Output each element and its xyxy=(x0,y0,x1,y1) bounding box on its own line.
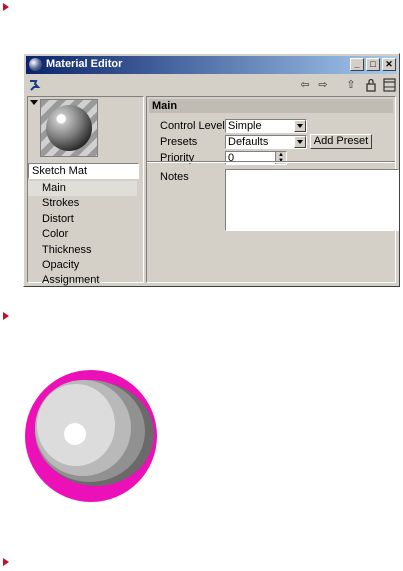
shaded-sphere-illustration xyxy=(25,370,157,502)
specular-highlight xyxy=(64,423,86,445)
divider xyxy=(147,161,395,163)
notes-label: Notes xyxy=(160,171,189,183)
material-editor-window: Material Editor _ □ ✕ ⇦ ⇨ ⇧ Sketch Mat M… xyxy=(23,53,400,287)
control-level-select[interactable]: Simple xyxy=(225,119,307,133)
bullet-marker xyxy=(3,312,9,320)
minimize-button[interactable]: _ xyxy=(350,58,364,71)
property-tree: Main Strokes Distort Color Thickness Opa… xyxy=(28,181,143,289)
bullet-marker xyxy=(3,3,9,11)
chevron-down-icon[interactable] xyxy=(294,136,306,148)
window-title: Material Editor xyxy=(46,58,123,70)
tree-item-opacity[interactable]: Opacity xyxy=(28,258,143,273)
control-level-label: Control Level xyxy=(160,120,225,132)
swatch-dropdown-icon[interactable] xyxy=(30,100,38,105)
toolbar: ⇦ ⇨ ⇧ xyxy=(26,76,397,94)
app-icon xyxy=(29,58,42,71)
panel-icon[interactable] xyxy=(382,78,396,92)
presets-label: Presets xyxy=(160,136,198,148)
tree-item-distort[interactable]: Distort xyxy=(28,212,143,227)
material-tree-pane: Sketch Mat Main Strokes Distort Color Th… xyxy=(27,96,144,286)
pushpin-icon[interactable] xyxy=(28,78,42,92)
control-level-value: Simple xyxy=(228,120,262,132)
tree-item-thickness[interactable]: Thickness xyxy=(28,243,143,258)
close-button[interactable]: ✕ xyxy=(382,58,396,71)
bullet-marker xyxy=(3,558,9,566)
properties-pane: Main Control Level Simple Presets Defaul… xyxy=(146,96,399,283)
arrow-up-icon[interactable]: ⇧ xyxy=(344,78,358,92)
tree-item-main[interactable]: Main xyxy=(28,181,137,197)
tree-item-strokes[interactable]: Strokes xyxy=(28,196,143,211)
tree-item-color[interactable]: Color xyxy=(28,227,143,242)
arrow-right-icon[interactable]: ⇨ xyxy=(316,78,330,92)
add-preset-button[interactable]: Add Preset xyxy=(310,134,372,149)
tree-item-assignment[interactable]: Assignment xyxy=(28,273,143,288)
maximize-button[interactable]: □ xyxy=(366,58,380,71)
material-swatch[interactable] xyxy=(40,99,98,157)
presets-value: Defaults xyxy=(228,136,269,148)
chevron-down-icon[interactable] xyxy=(294,120,306,132)
notes-textarea[interactable] xyxy=(225,169,399,231)
lock-icon[interactable] xyxy=(364,78,378,92)
material-name-field[interactable]: Sketch Mat xyxy=(28,163,139,179)
presets-select[interactable]: Defaults xyxy=(225,135,307,149)
section-title: Main xyxy=(149,99,393,113)
arrow-left-icon[interactable]: ⇦ xyxy=(298,78,312,92)
title-bar[interactable]: Material Editor _ □ ✕ xyxy=(26,56,397,74)
